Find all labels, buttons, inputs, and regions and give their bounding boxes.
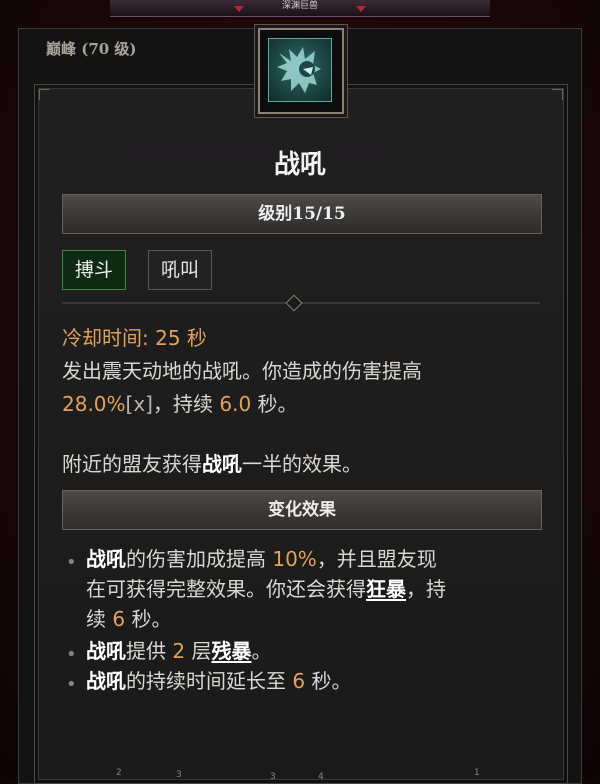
- enhancement-bullet-3: 战吼的持续时间延长至 6 秒。: [86, 669, 352, 693]
- panel-title: 巅峰 (70 级): [46, 40, 137, 58]
- right-arrow-icon: [356, 6, 366, 12]
- skill-name: 战吼: [273, 150, 326, 180]
- skill-icon-frame: [258, 28, 344, 114]
- bullet-1-line-1: 战吼的伤害加成提高 10%，并且盟友现: [86, 547, 437, 571]
- hotkey-label: 3: [270, 772, 276, 782]
- description-line-2: 28.0%[x]，持续 6.0 秒。: [62, 392, 298, 416]
- bullet-1-line-2: 在可获得完整效果。你还会获得狂暴，持: [86, 577, 446, 601]
- vulnerable-keyword[interactable]: 残暴: [211, 639, 251, 663]
- tag-shout: 吼叫: [148, 250, 213, 290]
- description-line-1: 发出震天动地的战吼。你造成的伤害提高: [62, 359, 422, 383]
- bullet-icon: •: [66, 552, 77, 573]
- enhancement-header: 变化效果: [62, 490, 542, 530]
- cooldown-line: 冷却时间: 25 秒: [62, 326, 207, 350]
- skill-rank-bar: 级别15/15: [62, 194, 542, 234]
- hotkey-label: 4: [318, 772, 324, 782]
- hotkey-label: 3: [176, 770, 182, 780]
- hotkey-label: 1: [474, 768, 480, 778]
- corner-ornament-icon: [552, 89, 563, 100]
- war-cry-skill-icon: [268, 38, 332, 102]
- allies-note: 附近的盟友获得战吼一半的效果。: [62, 452, 362, 476]
- left-arrow-icon: [234, 6, 244, 12]
- hotkey-bar: 2 3 3 4 1: [90, 764, 510, 782]
- top-header: 深渊巨兽: [110, 0, 490, 17]
- skill-rank-label: 级别15/15: [258, 204, 346, 224]
- berserking-keyword[interactable]: 狂暴: [366, 577, 406, 601]
- enhancement-bullet-2: 战吼提供 2 层残暴。: [86, 639, 272, 663]
- enhancement-bullet-1: 战吼的伤害加成提高 10%，并且盟友现 在可获得完整效果。你还会获得狂暴，持 续…: [86, 544, 546, 634]
- bullet-icon: •: [66, 674, 77, 695]
- corner-ornament-icon: [39, 89, 50, 100]
- hotkey-label: 2: [116, 768, 122, 778]
- bullet-icon: •: [66, 644, 77, 665]
- top-header-title: 深渊巨兽: [281, 1, 318, 11]
- bullet-1-line-3: 续 6 秒。: [86, 607, 172, 631]
- tag-brawling: 搏斗: [62, 250, 127, 290]
